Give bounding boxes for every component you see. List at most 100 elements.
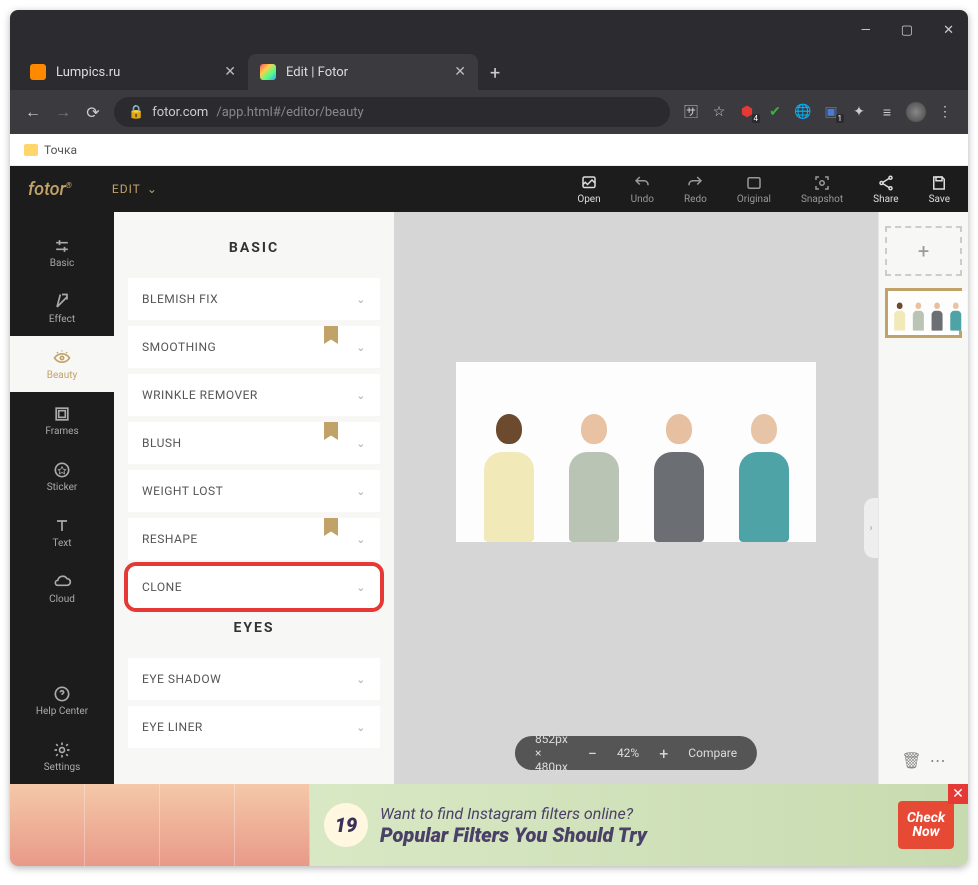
app-body: Basic Effect Beauty Frames Sticker Text … — [10, 212, 968, 784]
forward-button[interactable]: → — [54, 102, 72, 122]
url-path: /app.html#/editor/beauty — [216, 105, 363, 120]
chevron-down-icon: ⌄ — [356, 673, 366, 686]
redo-button[interactable]: Redo — [684, 174, 707, 205]
url-input[interactable]: 🔒 fotor.com/app.html#/editor/beauty — [114, 97, 670, 127]
ad-banner[interactable]: 19 Want to find Instagram filters online… — [10, 784, 968, 866]
url-host: fotor.com — [152, 105, 208, 120]
lock-icon: 🔒 — [128, 105, 144, 120]
zoom-out-button[interactable]: − — [588, 744, 597, 763]
panel-item-smoothing[interactable]: SMOOTHING⌄ — [128, 326, 380, 368]
panel-item-weight[interactable]: WEIGHT LOST⌄ — [128, 470, 380, 512]
premium-ribbon-icon — [324, 422, 338, 440]
ad-line2: Popular Filters You Should Try — [380, 823, 886, 847]
save-button[interactable]: Save — [929, 174, 950, 205]
section-header-eyes: EYES — [128, 620, 380, 636]
canvas[interactable]: › 852px × 480px − 42% + Compare — [394, 212, 878, 784]
fotor-logo[interactable]: fotor® — [28, 179, 72, 200]
left-nav: Basic Effect Beauty Frames Sticker Text … — [10, 212, 114, 784]
checkmark-icon[interactable]: ✔ — [766, 103, 784, 121]
panel-item-blush[interactable]: BLUSH⌄ — [128, 422, 380, 464]
tab-close-icon[interactable]: ✕ — [224, 64, 236, 80]
reload-button[interactable]: ⟳ — [84, 103, 102, 122]
chevron-down-icon: ⌄ — [356, 533, 366, 546]
tab-lumpics[interactable]: Lumpics.ru ✕ — [18, 54, 248, 90]
extensions: 🈂 ☆ ⬢ ✔ 🌐 ▣ ✦ ≡ ⋮ — [682, 102, 954, 122]
tab-title: Edit | Fotor — [286, 65, 348, 80]
menu-icon[interactable]: ⋮ — [936, 103, 954, 121]
profile-avatar[interactable] — [906, 102, 926, 122]
more-icon[interactable]: ⋯ — [930, 751, 946, 770]
chevron-down-icon: ⌄ — [356, 389, 366, 402]
undo-button[interactable]: Undo — [631, 174, 654, 205]
ad-line1: Want to find Instagram filters online? — [380, 804, 886, 823]
compare-button[interactable]: Compare — [688, 746, 737, 760]
bookmark-bar: Точка — [10, 134, 968, 166]
premium-ribbon-icon — [324, 518, 338, 536]
ad-number: 19 — [324, 803, 368, 847]
delete-button[interactable]: 🗑 ⋯ — [901, 751, 945, 770]
chevron-down-icon: ⌄ — [356, 721, 366, 734]
nav-settings[interactable]: Settings — [10, 728, 114, 784]
nav-effect[interactable]: Effect — [10, 280, 114, 336]
address-bar: ← → ⟳ 🔒 fotor.com/app.html#/editor/beaut… — [10, 90, 968, 134]
tab-close-icon[interactable]: ✕ — [454, 64, 466, 80]
chevron-down-icon: ⌄ — [356, 437, 366, 450]
add-image-button[interactable]: + — [885, 226, 962, 276]
nav-beauty[interactable]: Beauty — [10, 336, 114, 392]
bookmark-star-icon[interactable]: ☆ — [710, 103, 728, 121]
expand-handle[interactable]: › — [864, 498, 878, 558]
section-header-basic: BASIC — [128, 240, 380, 256]
cube-icon[interactable]: ▣ — [822, 103, 840, 121]
chevron-down-icon: ⌄ — [147, 182, 158, 196]
edited-image — [456, 362, 816, 542]
panel-item-eyeliner[interactable]: EYE LINER⌄ — [128, 706, 380, 748]
right-panel: + 🗑 ⋯ — [878, 212, 968, 784]
chevron-down-icon: ⌄ — [356, 341, 366, 354]
globe-icon[interactable]: 🌐 — [794, 103, 812, 121]
back-button[interactable]: ← — [24, 102, 42, 122]
mode-dropdown[interactable]: EDIT ⌄ — [112, 182, 158, 196]
panel-item-wrinkle[interactable]: WRINKLE REMOVER⌄ — [128, 374, 380, 416]
beauty-panel: BASIC BLEMISH FIX⌄ SMOOTHING⌄ WRINKLE RE… — [114, 212, 394, 784]
nav-help[interactable]: Help Center — [10, 672, 114, 728]
panel-item-eyeshadow[interactable]: EYE SHADOW⌄ — [128, 658, 380, 700]
folder-icon — [24, 144, 38, 156]
panel-item-reshape[interactable]: RESHAPE⌄ — [128, 518, 380, 560]
playlist-icon[interactable]: ≡ — [878, 103, 896, 121]
share-button[interactable]: Share — [873, 174, 898, 205]
snapshot-button[interactable]: Snapshot — [801, 174, 843, 205]
ad-cta-button[interactable]: CheckNow — [898, 801, 954, 849]
open-button[interactable]: Open — [577, 174, 600, 205]
window-titlebar: — ▢ ✕ — [10, 10, 968, 50]
chevron-down-icon: ⌄ — [356, 485, 366, 498]
minimize-icon[interactable]: — — [861, 23, 871, 38]
ad-close-button[interactable]: ✕ — [948, 784, 968, 804]
close-icon[interactable]: ✕ — [943, 23, 954, 38]
nav-text[interactable]: Text — [10, 504, 114, 560]
tab-title: Lumpics.ru — [56, 65, 120, 80]
tab-fotor[interactable]: Edit | Fotor ✕ — [248, 54, 478, 90]
nav-basic[interactable]: Basic — [10, 224, 114, 280]
nav-cloud[interactable]: Cloud — [10, 560, 114, 616]
nav-frames[interactable]: Frames — [10, 392, 114, 448]
original-button[interactable]: Original — [737, 174, 771, 205]
ad-content: 19 Want to find Instagram filters online… — [310, 784, 968, 866]
adblock-icon[interactable]: ⬢ — [738, 103, 756, 121]
favicon-icon — [260, 64, 276, 80]
zoom-in-button[interactable]: + — [659, 744, 668, 763]
zoom-percent: 42% — [617, 746, 639, 760]
highlight-annotation: CLONE⌄ — [124, 562, 384, 612]
panel-item-blemish[interactable]: BLEMISH FIX⌄ — [128, 278, 380, 320]
chevron-down-icon: ⌄ — [356, 581, 366, 594]
puzzle-icon[interactable]: ✦ — [850, 103, 868, 121]
app-toolbar: fotor® EDIT ⌄ Open Undo Redo Original Sn… — [10, 166, 968, 212]
translate-icon[interactable]: 🈂 — [682, 103, 700, 121]
panel-item-clone[interactable]: CLONE⌄ — [128, 566, 380, 608]
nav-sticker[interactable]: Sticker — [10, 448, 114, 504]
bookmark-item[interactable]: Точка — [44, 143, 77, 157]
image-thumbnail[interactable] — [885, 288, 962, 338]
browser-window: — ▢ ✕ Lumpics.ru ✕ Edit | Fotor ✕ + ← → … — [10, 10, 968, 866]
maximize-icon[interactable]: ▢ — [901, 23, 913, 38]
favicon-icon — [30, 64, 46, 80]
new-tab-button[interactable]: + — [478, 63, 512, 84]
